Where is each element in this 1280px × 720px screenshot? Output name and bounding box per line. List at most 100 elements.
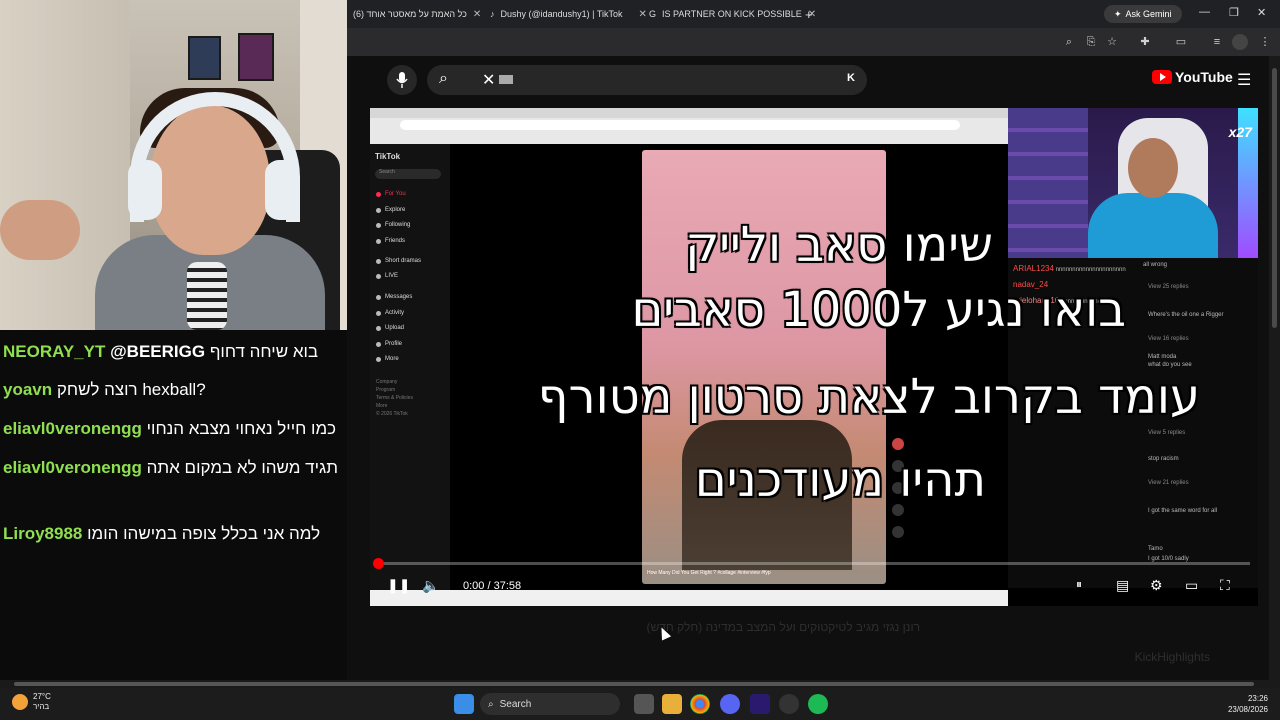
extensions-icon[interactable]: ✚ [1137, 34, 1153, 50]
messages-icon [376, 294, 381, 300]
next-video-title[interactable]: רונן נגזי מגיב לטיקטוקים ועל המצב במדינה… [646, 620, 920, 634]
chat-username: eliavl0veronengg [3, 419, 142, 438]
sun-icon [12, 694, 28, 710]
video-comments-panel: ARIAL1234 nnnnnnnnnnnnnnnnnnnnn nadav_24… [1008, 258, 1258, 588]
clock-date: 23/08/2026 [1227, 705, 1268, 714]
ask-gemini-button[interactable]: ✦ Ask Gemini [1104, 5, 1182, 23]
tiktok-menu-item: LIVE [376, 273, 398, 279]
chat-message: yoavn רוצה לשחק hexball? [3, 380, 206, 400]
webcam-microphone [187, 262, 227, 330]
horizontal-scrollbar[interactable] [0, 680, 1280, 688]
close-tab-icon[interactable]: ✕ [639, 9, 647, 20]
task-view-icon[interactable] [634, 694, 654, 714]
video-controls: ❚❚ 🔈 0:00 / 37:58 ⏸ ▤ ⚙ ▭ ⛶ [370, 572, 1258, 606]
tiktok-menu-label: Profile [385, 341, 403, 347]
search-icon[interactable]: ⌕ [439, 70, 448, 88]
cam-shelf [1008, 108, 1088, 258]
comment-user: Tamo [1148, 546, 1163, 552]
fullscreen-icon[interactable]: ⛶ [1220, 577, 1230, 594]
voice-search-button[interactable] [387, 65, 417, 95]
premiere-pro-icon[interactable] [750, 694, 770, 714]
browser-menu-icon[interactable]: ⋮ [1257, 34, 1273, 50]
more-icon [376, 356, 381, 362]
pause-icon[interactable]: ❚❚ [387, 577, 410, 594]
video-scrubber-handle[interactable] [373, 558, 384, 569]
weather-widget[interactable]: 27°C בהיר [12, 692, 51, 712]
youtube-logo[interactable]: YouTube [1152, 69, 1233, 85]
bookmark-star-icon[interactable]: ☆ [1104, 34, 1120, 50]
like-icon [892, 460, 904, 472]
home-icon [376, 191, 381, 197]
cam-streamer [1088, 138, 1218, 258]
scrollbar-thumb[interactable] [1272, 68, 1277, 328]
tiktok-menu-label: Short dramas [385, 258, 422, 264]
browser-tab[interactable]: ♪ Dushy (@idandushy1) | TikTok ✕ [490, 4, 647, 24]
close-tab-icon[interactable]: ✕ [473, 9, 481, 20]
theater-mode-icon[interactable]: ▭ [1185, 577, 1198, 594]
google-icon: G [649, 9, 657, 19]
tab-title: Dushy (@idandushy1) | TikTok [500, 9, 623, 19]
steam-icon[interactable] [779, 694, 799, 714]
tiktok-footer-link: More [376, 403, 388, 409]
browser-tab[interactable]: (6) כל האמת על מאסטר אוחד ✕ [353, 4, 481, 24]
chat-text: תגיד משהו לא במקום אתה [146, 458, 338, 477]
chat-message: Liroy8988 למה אני בכלל צופה במישהו הומו [3, 524, 320, 544]
channel-name[interactable]: KickHighlights [1135, 650, 1210, 664]
chat-message: eliavl0veronengg תגיד משהו לא במקום אתה [3, 458, 338, 478]
weather-description: בהיר [33, 702, 50, 711]
profile-avatar[interactable] [1232, 34, 1248, 50]
chat-text: רוצה לשחק hexball? [56, 380, 206, 399]
ask-gemini-label: Ask Gemini [1125, 9, 1172, 19]
autoplay-toggle-icon[interactable]: ⏸ [1076, 577, 1082, 592]
webcam-hand [0, 200, 80, 260]
subtitles-icon[interactable]: ▤ [1116, 577, 1129, 594]
comment-text: nnnnnnnnnnnnnnnn [1060, 299, 1115, 305]
chat-mention: @BEERIGG [110, 342, 206, 361]
tiktok-search-placeholder: Search [379, 169, 395, 175]
cam-badge: x27 [1228, 124, 1252, 140]
webcam-poster [188, 36, 221, 80]
scrollbar-thumb[interactable] [14, 682, 1254, 686]
tab-title: (6) כל האמת על מאסטר אוחד [353, 9, 467, 19]
file-explorer-icon[interactable] [662, 694, 682, 714]
zoom-icon[interactable]: ⌕ [1061, 34, 1077, 50]
below-video-area: רונן נגזי מגיב לטיקטוקים ועל המצב במדינה… [370, 612, 1270, 680]
vertical-scrollbar[interactable] [1269, 56, 1280, 680]
chrome-icon[interactable] [690, 694, 710, 714]
close-window-button[interactable]: ✕ [1257, 6, 1266, 19]
system-clock[interactable]: 23:26 23/08/2026 [1228, 693, 1268, 715]
tiktok-action-rail [892, 438, 910, 578]
video-player[interactable]: TikTok Search For You Explore Following … [370, 108, 1258, 606]
restore-button[interactable]: ❐ [1229, 6, 1239, 19]
webcam-headphone-cup [265, 160, 299, 220]
reading-list-icon[interactable]: ≡ [1209, 34, 1225, 50]
cast-icon[interactable]: ▭ [1173, 34, 1189, 50]
video-tiktok-screen: TikTok Search For You Explore Following … [370, 108, 1008, 606]
hamburger-menu-icon[interactable]: ☰ [1237, 70, 1251, 90]
comment-text: I got the same word for all [1148, 508, 1218, 514]
video-progress-bar[interactable] [373, 558, 1250, 569]
tiktok-menu-item: Explore [376, 207, 405, 213]
tiktok-footer-link: Terms & Policies [376, 395, 413, 401]
cam-streamer-head [1128, 138, 1178, 198]
discord-icon[interactable] [720, 694, 740, 714]
start-button[interactable] [454, 694, 474, 714]
tiktok-video-people [682, 420, 852, 570]
minimize-button[interactable]: — [1199, 6, 1210, 18]
view-replies-link: View 25 replies [1148, 284, 1189, 290]
tiktok-menu-label: Explore [385, 207, 406, 213]
clear-search-icon[interactable]: ✕ [482, 70, 495, 90]
volume-icon[interactable]: 🔈 [422, 577, 439, 594]
settings-gear-icon[interactable]: ⚙ [1150, 577, 1163, 594]
new-tab-button[interactable]: + [805, 4, 813, 24]
install-app-icon[interactable]: ⎘ [1083, 34, 1099, 50]
taskbar-search[interactable]: ⌕ Search [480, 693, 620, 715]
browser-tab[interactable]: G IS PARTNER ON KICK POSSIBLE ✕ [649, 4, 816, 24]
bookmark-icon [892, 504, 904, 516]
tiktok-menu-label: More [385, 356, 399, 362]
search-input[interactable]: ⌕ ✕ K [427, 65, 867, 95]
tiktok-search: Search [375, 169, 441, 179]
comment-text: what do you see [1148, 362, 1192, 368]
spotify-icon[interactable] [808, 694, 828, 714]
tiktok-footer-link: Program [376, 387, 396, 393]
